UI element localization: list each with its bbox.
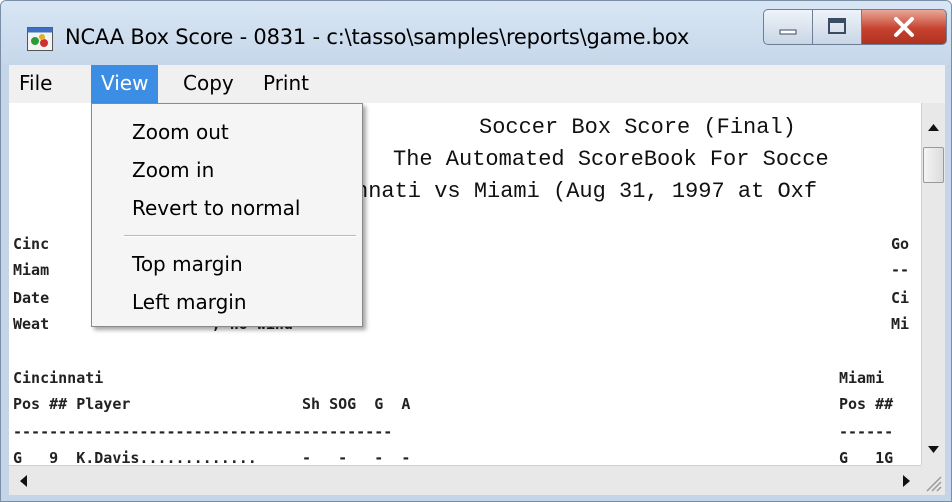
app-icon[interactable] [27, 27, 53, 51]
maximize-button[interactable] [812, 9, 862, 45]
separator-line: ----------------------------------------… [13, 423, 393, 441]
report-subtitle: The Automated ScoreBook For Socce [393, 147, 829, 172]
menu-print[interactable]: Print [253, 65, 319, 103]
menu-item-top-margin[interactable]: Top margin [132, 252, 243, 276]
scroll-down-arrow-icon[interactable] [922, 438, 945, 464]
menu-bar: File View Copy Print [9, 65, 945, 103]
team-heading: Cincinnati [13, 369, 104, 387]
player-row: G 9 K.Davis............. - - - - [13, 449, 411, 465]
horizontal-scrollbar[interactable] [9, 465, 921, 495]
close-icon [894, 17, 914, 37]
report-line: Go [891, 235, 910, 253]
scroll-up-arrow-icon[interactable] [922, 113, 945, 143]
minimize-button[interactable] [763, 9, 813, 45]
menu-separator [124, 235, 356, 237]
close-button[interactable] [861, 9, 947, 45]
resize-grip-icon[interactable] [921, 465, 945, 495]
column-headers: Pos ## Player Sh SOG G A [13, 395, 411, 413]
report-line: Mi [891, 315, 910, 333]
menu-view[interactable]: View [91, 65, 159, 103]
menu-item-left-margin[interactable]: Left margin [132, 290, 247, 314]
vertical-scrollbar[interactable] [921, 103, 945, 465]
maximize-icon [828, 18, 846, 34]
column-headers: Pos ## [839, 395, 894, 413]
report-matchup: nnati vs Miami (Aug 31, 1997 at Oxf [355, 179, 818, 204]
player-row: G 1G [839, 449, 894, 465]
scroll-right-arrow-icon[interactable] [893, 470, 919, 492]
separator-line: ------ [839, 423, 894, 441]
menu-item-zoom-out[interactable]: Zoom out [132, 120, 229, 144]
view-menu-dropdown: Zoom out Zoom in Revert to normal Top ma… [91, 103, 363, 327]
report-line: -- [891, 261, 910, 279]
minimize-icon [779, 29, 797, 35]
menu-file[interactable]: File [9, 65, 62, 103]
vertical-scroll-thumb[interactable] [923, 147, 944, 183]
app-window: NCAA Box Score - 0831 - c:\tasso\samples… [0, 0, 952, 502]
menu-item-zoom-in[interactable]: Zoom in [132, 158, 214, 182]
menu-item-revert-to-normal[interactable]: Revert to normal [132, 196, 300, 220]
report-line: Miam [13, 261, 50, 279]
report-title: Soccer Box Score (Final) [479, 115, 796, 140]
menu-copy[interactable]: Copy [173, 65, 244, 103]
scroll-left-arrow-icon[interactable] [11, 470, 37, 492]
report-line: Cinc [13, 235, 50, 253]
team-heading: Miami [839, 369, 885, 387]
report-line: Ci [891, 289, 910, 307]
title-bar[interactable]: NCAA Box Score - 0831 - c:\tasso\samples… [1, 1, 951, 65]
window-title: NCAA Box Score - 0831 - c:\tasso\samples… [65, 25, 690, 49]
